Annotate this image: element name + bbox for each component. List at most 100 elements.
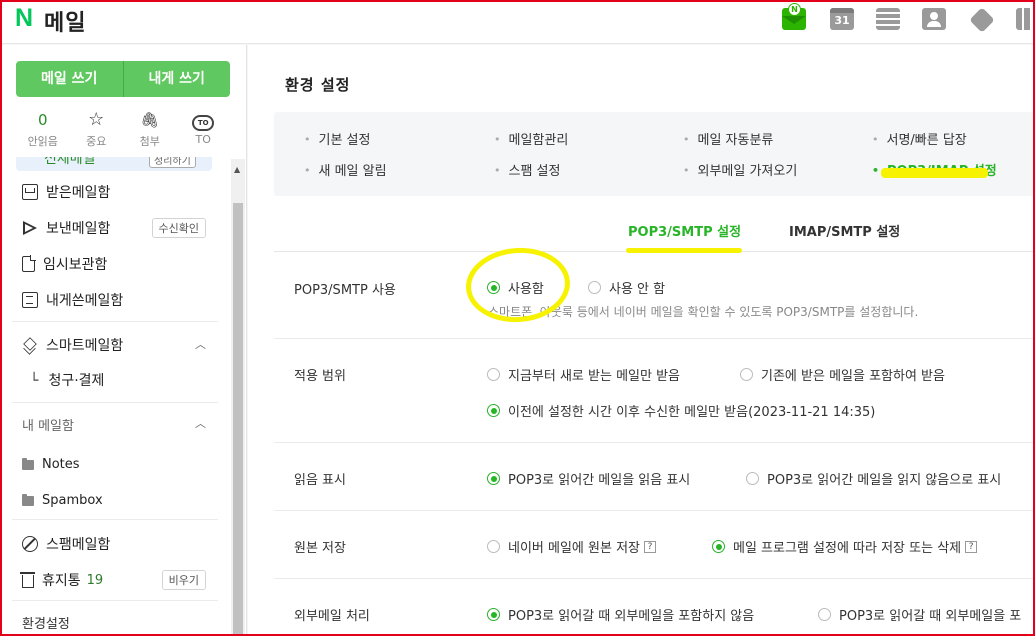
inbox-icon <box>22 184 38 200</box>
tab-imap-smtp[interactable]: IMAP/SMTP 설정 <box>789 221 900 240</box>
all-mail-row[interactable]: 전체메일 정리하기 <box>16 157 212 171</box>
top-header: N 메일 N 31 <box>0 0 1035 44</box>
sidebar-item-spam[interactable]: 스팸메일함 <box>22 533 210 555</box>
external-include-radio[interactable]: POP3로 읽어갈 때 외부메일을 포 <box>818 605 1021 624</box>
divider <box>274 510 1035 511</box>
quick-important[interactable]: ☆ 중요 <box>70 109 124 149</box>
write-self-button[interactable]: 내게 쓰기 <box>124 61 231 97</box>
scope-since-time-radio[interactable]: 이전에 설정한 시간 이후 수신한 메일만 받음(2023-11-21 14:3… <box>487 401 875 420</box>
sidebar-item-billing[interactable]: └ 청구·결제 <box>30 370 104 390</box>
menu-spam[interactable]: 스팸 설정 <box>494 160 561 179</box>
folder-icon <box>22 458 34 470</box>
scope-label: 적용 범위 <box>294 369 346 384</box>
sidebar-item-label: 받은메일함 <box>46 185 111 201</box>
menu-new-mail-alert[interactable]: 새 메일 알림 <box>304 160 387 179</box>
sidebar-item-notes[interactable]: Notes <box>22 453 210 475</box>
sidebar-item-sent[interactable]: 보낸메일함 수신확인 <box>22 217 210 239</box>
quick-label: 안읽음 <box>27 135 58 148</box>
pop3-use-off-radio[interactable]: 사용 안 함 <box>588 278 665 297</box>
original-save-naver-radio[interactable]: 네이버 메일에 원본 저장? <box>487 537 656 556</box>
to-icon: TO <box>192 115 215 131</box>
sidebar-item-label: 휴지통 <box>42 573 81 589</box>
sidebar-scrollbar[interactable]: ▲ <box>231 159 245 636</box>
ban-icon <box>22 536 38 552</box>
sidebar-item-trash[interactable]: 휴지통 19 비우기 <box>20 569 210 591</box>
menu-mailbox[interactable]: 메일함관리 <box>494 129 569 148</box>
sidebar-item-label: 임시보관함 <box>43 257 108 273</box>
radio-selected-icon <box>712 540 725 553</box>
read-receipt-button[interactable]: 수신확인 <box>151 218 206 238</box>
tab-highlight-annotation <box>626 248 742 253</box>
chevron-up-icon[interactable]: ︿ <box>195 336 206 352</box>
radio-label: POP3로 읽어간 메일을 읽지 않음으로 표시 <box>767 473 1002 488</box>
sidebar-item-settings[interactable]: 환경설정 <box>22 613 70 632</box>
tab-pop3-smtp[interactable]: POP3/SMTP 설정 <box>628 221 741 240</box>
quick-attach[interactable]: 🖇 첨부 <box>123 109 177 149</box>
radio-empty-icon <box>487 368 500 381</box>
menu-basic[interactable]: 기본 설정 <box>304 129 371 148</box>
all-mail-label: 전체메일 <box>44 157 96 167</box>
empty-trash-button[interactable]: 비우기 <box>161 570 206 590</box>
read-mark-label: 읽음 표시 <box>294 473 346 488</box>
contacts-icon[interactable] <box>922 8 946 30</box>
mail-app-icon[interactable]: N <box>782 3 806 30</box>
divider <box>274 578 1035 579</box>
radio-selected-icon <box>487 608 500 621</box>
settings-menu: 기본 설정 메일함관리 메일 자동분류 서명/빠른 답장 새 메일 알림 스팸 … <box>274 112 1035 196</box>
scope-new-only-radio[interactable]: 지금부터 새로 받는 메일만 받음 <box>487 365 680 384</box>
sidebar-item-label: Notes <box>42 456 80 472</box>
quick-label: TO <box>195 133 211 146</box>
calendar-icon[interactable]: 31 <box>830 8 854 30</box>
menu-signature[interactable]: 서명/빠른 답장 <box>872 129 967 148</box>
read-mark-off-radio[interactable]: POP3로 읽어간 메일을 읽지 않음으로 표시 <box>746 469 1001 488</box>
list-icon[interactable] <box>876 8 900 30</box>
radio-selected-icon <box>487 404 500 417</box>
sidebar-item-label: 스마트메일함 <box>46 338 124 354</box>
more-apps-icon[interactable] <box>1016 8 1032 30</box>
radio-label: POP3로 읽어갈 때 외부메일을 포 <box>839 609 1022 624</box>
sidebar-item-drafts[interactable]: 임시보관함 <box>22 253 210 275</box>
layers-icon <box>22 337 38 353</box>
help-icon[interactable]: ? <box>644 540 656 553</box>
sidebar-item-inbox[interactable]: 받은메일함 <box>22 181 210 203</box>
scroll-thumb[interactable] <box>233 203 243 636</box>
write-mail-button[interactable]: 메일 쓰기 <box>16 61 123 97</box>
radio-empty-icon <box>740 368 753 381</box>
sidebar-item-self[interactable]: 내게쓴메일함 <box>22 289 210 311</box>
write-buttons: 메일 쓰기 내게 쓰기 <box>16 61 230 97</box>
mybox-icon[interactable] <box>969 7 995 33</box>
quick-to[interactable]: TO TO <box>177 109 231 149</box>
section-title: 내 메일함 <box>22 419 74 434</box>
original-save-label: 원본 저장 <box>294 541 346 556</box>
external-exclude-radio[interactable]: POP3로 읽어갈 때 외부메일을 포함하지 않음 <box>487 605 754 624</box>
radio-label: 사용 안 함 <box>609 282 666 297</box>
send-icon <box>22 220 38 236</box>
read-mark-on-radio[interactable]: POP3로 읽어간 메일을 읽음 표시 <box>487 469 690 488</box>
menu-autoclassify[interactable]: 메일 자동분류 <box>683 129 774 148</box>
sidebar-item-spambox[interactable]: Spambox <box>22 489 210 511</box>
sidebar-item-smart[interactable]: 스마트메일함 ︿ <box>22 334 210 356</box>
scope-include-existing-radio[interactable]: 기존에 받은 메일을 포함하여 받음 <box>740 365 945 384</box>
scroll-up-arrow-icon[interactable]: ▲ <box>234 165 240 174</box>
divider <box>274 338 1035 339</box>
naver-logo[interactable]: N <box>15 4 33 33</box>
organize-button[interactable]: 정리하기 <box>149 157 196 168</box>
trash-count: 19 <box>86 572 104 588</box>
my-mailbox-header[interactable]: 내 메일함 ︿ <box>22 415 210 434</box>
draft-icon <box>22 255 36 272</box>
folder-icon <box>22 494 34 506</box>
divider <box>12 402 218 403</box>
radio-label: 이전에 설정한 시간 이후 수신한 메일만 받음(2023-11-21 14:3… <box>508 405 876 420</box>
app-title[interactable]: 메일 <box>44 5 86 37</box>
chevron-up-icon[interactable]: ︿ <box>195 415 206 431</box>
radio-empty-icon <box>818 608 831 621</box>
quick-label: 중요 <box>86 135 107 148</box>
divider <box>274 442 1035 443</box>
sidebar-item-label: Spambox <box>42 492 103 508</box>
page-title: 환경 설정 <box>285 76 351 94</box>
original-save-program-radio[interactable]: 메일 프로그램 설정에 따라 저장 또는 삭제? <box>712 537 978 556</box>
naver-n-badge-icon: N <box>788 3 801 16</box>
quick-unread[interactable]: 0 안읽음 <box>16 109 70 149</box>
menu-external-fetch[interactable]: 외부메일 가져오기 <box>683 160 798 179</box>
help-icon[interactable]: ? <box>965 540 978 553</box>
